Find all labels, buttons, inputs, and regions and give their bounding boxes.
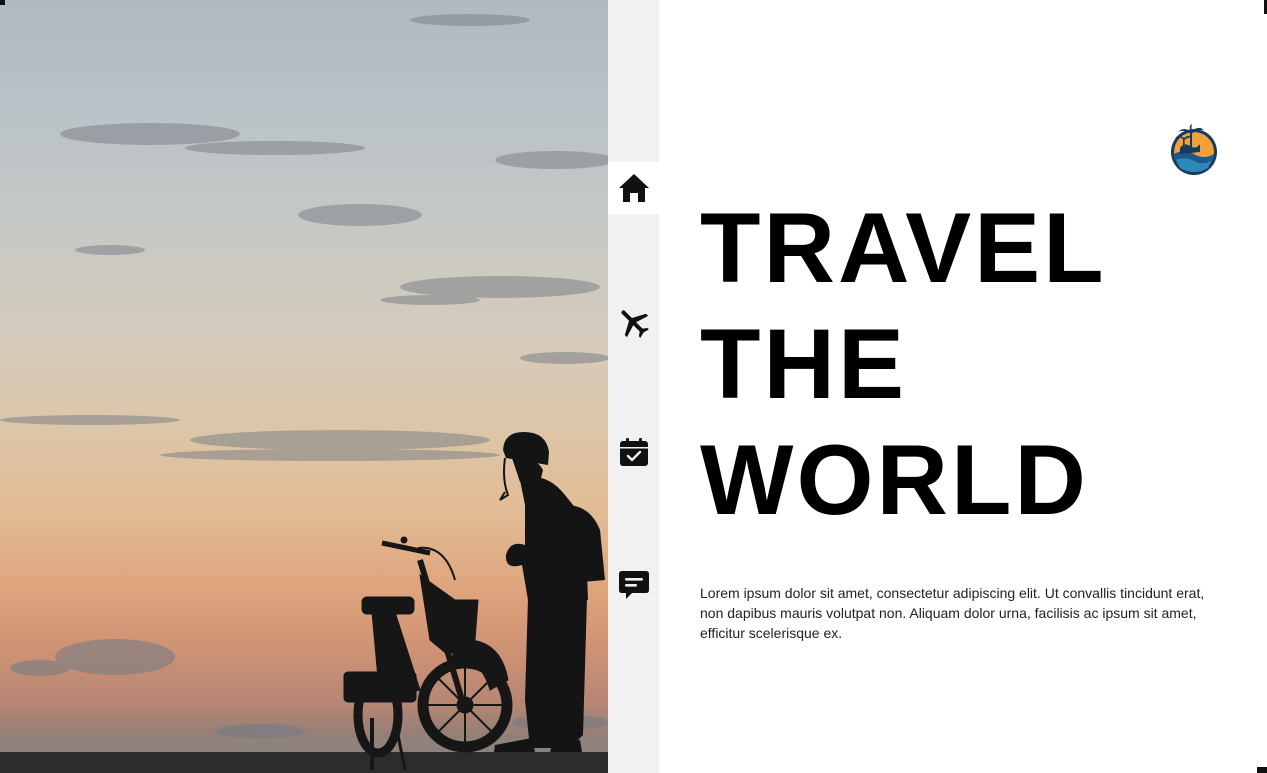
nav-calendar[interactable] <box>608 426 659 478</box>
clouds <box>0 14 608 461</box>
headline-line-1: TRAVEL <box>700 192 1107 303</box>
hero-image <box>0 0 608 773</box>
calendar-check-icon <box>619 438 648 466</box>
corner-mark <box>1257 767 1267 773</box>
nav-flights[interactable] <box>608 297 659 349</box>
ground <box>0 752 608 773</box>
headline-line-3: WORLD <box>700 424 1089 535</box>
side-nav <box>608 0 659 773</box>
home-icon <box>618 174 649 202</box>
hero-headline: TRAVEL THE WORLD <box>700 190 1220 538</box>
corner-mark <box>0 0 5 5</box>
hero-scene <box>0 14 608 773</box>
nav-messages[interactable] <box>608 559 659 611</box>
palm-island-logo[interactable] <box>1170 124 1218 176</box>
chat-icon <box>618 571 649 599</box>
headline-line-2: THE <box>700 308 907 419</box>
moped-silhouette <box>343 536 513 771</box>
intro-paragraph: Lorem ipsum dolor sit amet, consectetur … <box>700 585 1205 641</box>
airplane-icon <box>620 310 649 338</box>
main-content: TRAVEL THE WORLD Lorem ipsum dolor sit a… <box>659 0 1267 773</box>
nav-home[interactable] <box>608 162 659 214</box>
